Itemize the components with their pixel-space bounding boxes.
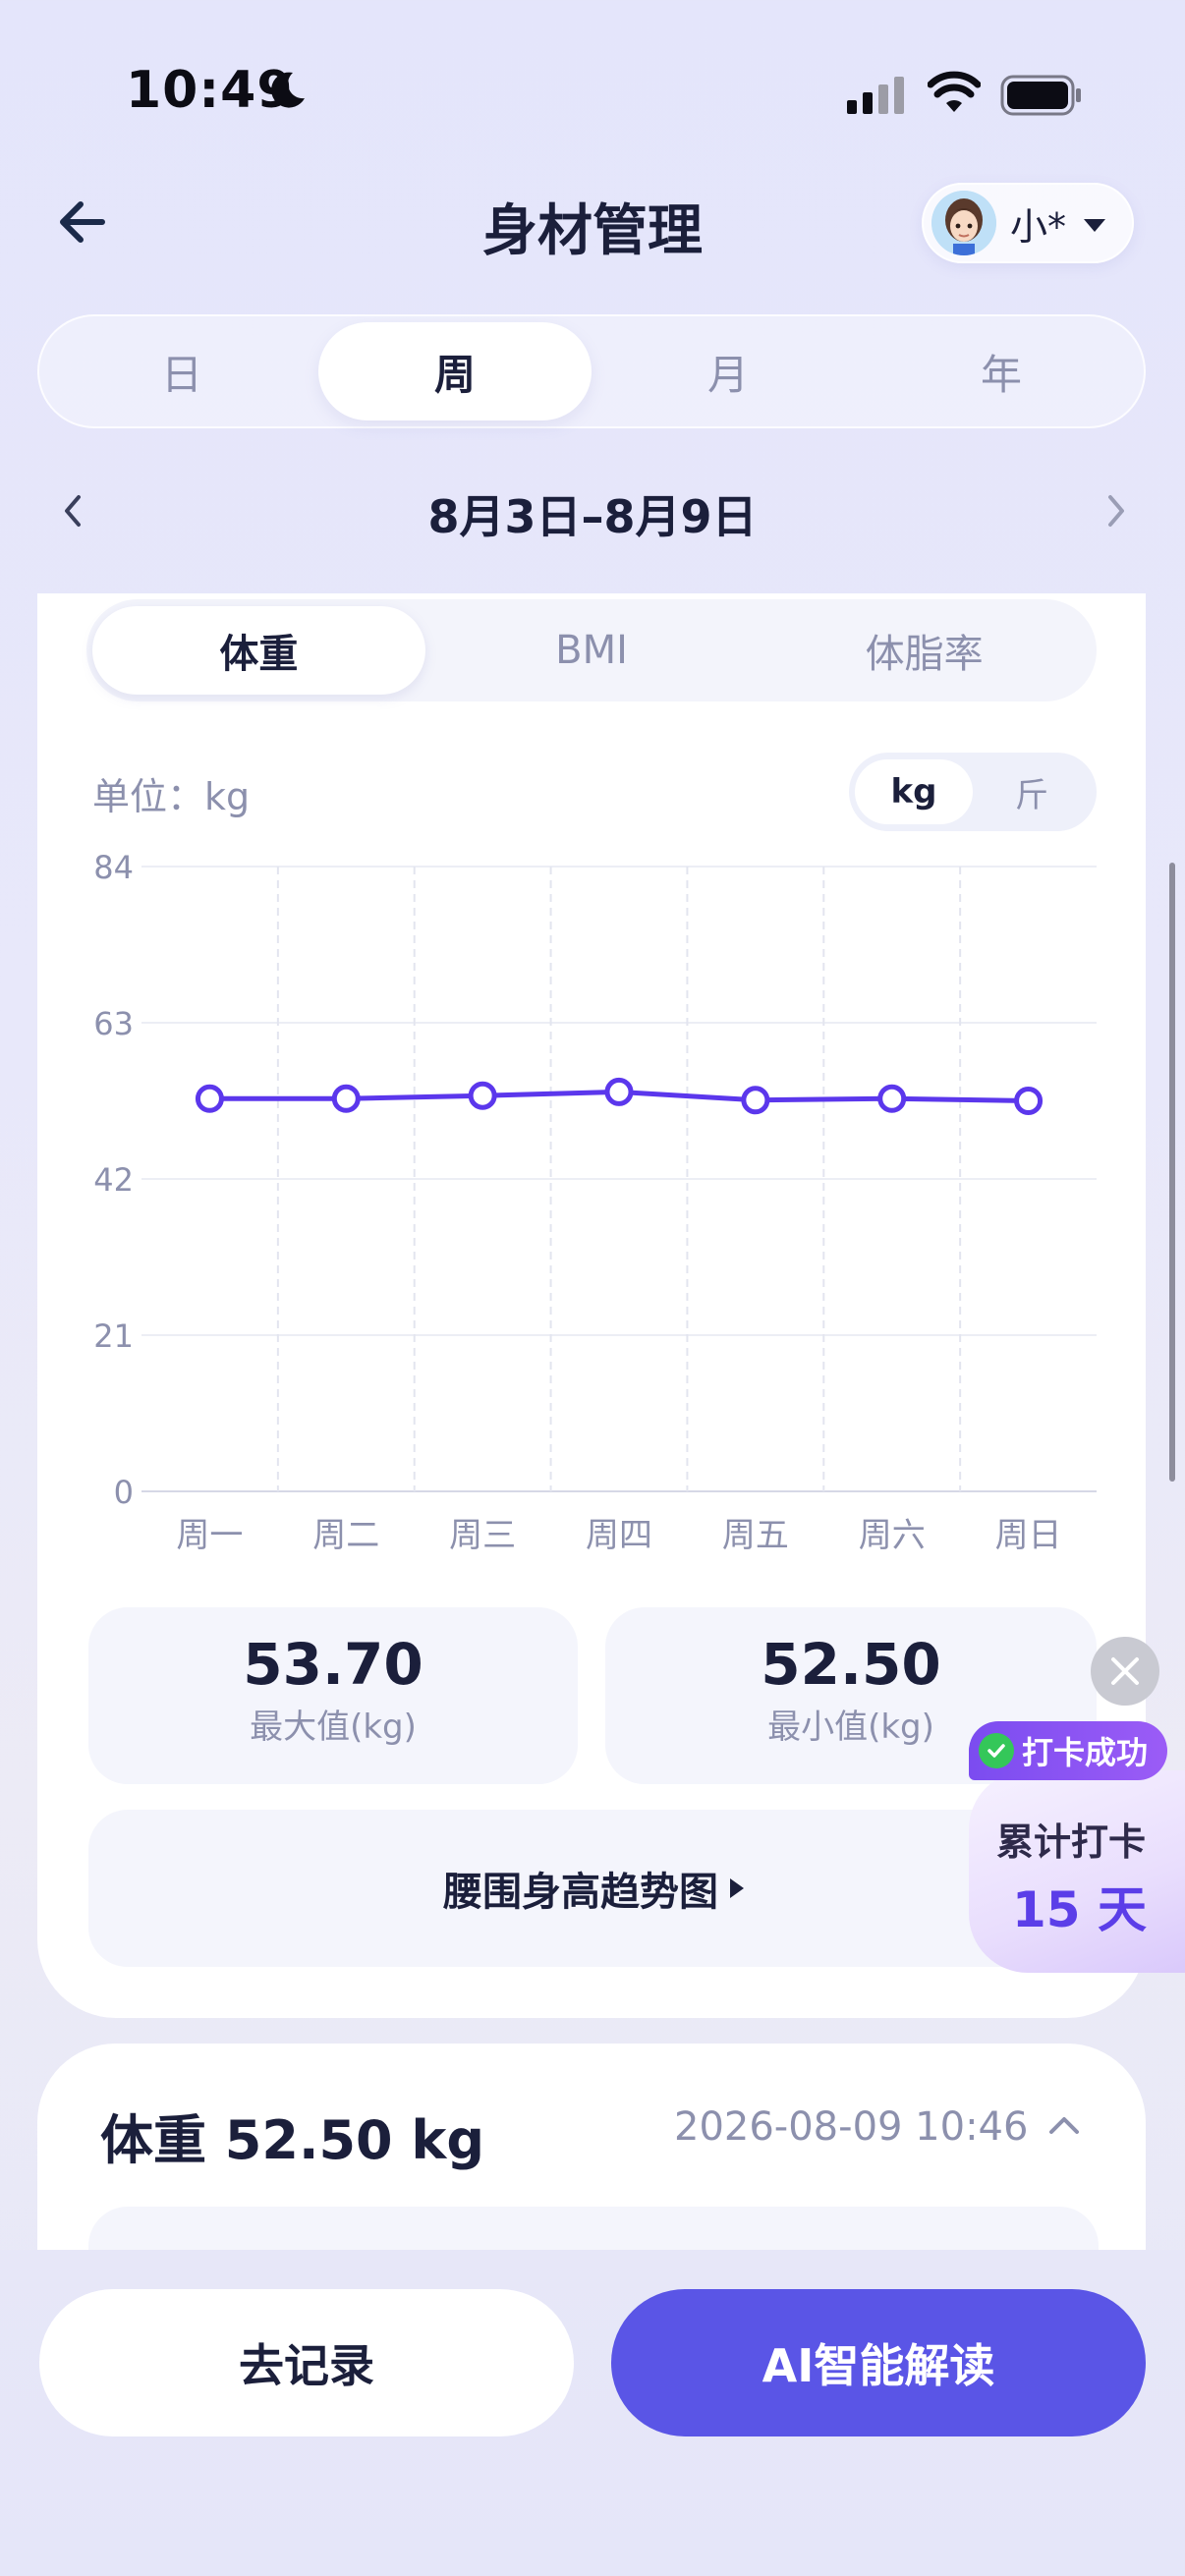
battery-icon — [1000, 75, 1081, 116]
close-badge-button[interactable] — [1091, 1637, 1159, 1706]
close-icon — [1111, 1657, 1139, 1685]
badge-pill-text: 打卡成功 — [1022, 1734, 1149, 1771]
data-point — [604, 1077, 634, 1106]
chevron-down-icon — [1084, 218, 1106, 232]
user-name: 小* — [1010, 204, 1067, 249]
ai-analysis-button[interactable]: AI智能解读 — [611, 2289, 1146, 2436]
x-tick-label: 周一 — [176, 1516, 243, 1555]
data-point — [741, 1086, 770, 1115]
metric-tabs: 体重 BMI 体脂率 — [86, 599, 1097, 701]
data-point — [468, 1081, 497, 1110]
data-point — [877, 1084, 907, 1113]
tab-day[interactable]: 日 — [45, 322, 318, 420]
trend-link-label: 腰围身高趋势图 — [443, 1870, 718, 1915]
badge-days: 15 天 — [1012, 1881, 1147, 1938]
x-tick-label: 周三 — [449, 1516, 516, 1555]
unit-toggle: kg 斤 — [849, 753, 1097, 831]
date-range: 8月3日–8月9日 — [427, 490, 758, 543]
y-tick-label: 42 — [93, 1161, 134, 1199]
y-tick-label: 84 — [93, 849, 134, 886]
tab-month[interactable]: 月 — [592, 322, 865, 420]
tab-weight[interactable]: 体重 — [92, 606, 425, 695]
waist-height-trend-link[interactable]: 腰围身高趋势图 — [88, 1810, 1099, 1967]
weight-line-chart: 84 63 42 21 0 周一 周二 周三 周四 周五 周六 周日 — [93, 849, 1097, 1555]
max-value: 53.70 — [243, 1631, 423, 1698]
x-tick-label: 周五 — [722, 1516, 789, 1555]
tab-body-fat[interactable]: 体脂率 — [758, 606, 1091, 695]
unit-kg-button[interactable]: kg — [855, 759, 973, 824]
unit-label: 单位：kg — [92, 775, 251, 818]
data-point — [195, 1084, 224, 1113]
max-label: 最大值(kg) — [250, 1708, 417, 1747]
x-tick-label: 周日 — [995, 1516, 1062, 1555]
unit-jin-button[interactable]: 斤 — [973, 759, 1091, 824]
tab-week[interactable]: 周 — [318, 322, 592, 420]
cellular-signal-icon — [847, 77, 904, 114]
badge-pill: 打卡成功 — [969, 1721, 1168, 1780]
period-tabs: 日 周 月 年 — [37, 314, 1146, 428]
check-circle-icon — [979, 1733, 1014, 1768]
chevron-up-icon[interactable] — [1047, 2114, 1081, 2136]
min-value: 52.50 — [761, 1631, 941, 1698]
data-point — [331, 1084, 361, 1113]
tab-bmi[interactable]: BMI — [425, 606, 759, 695]
badge-title: 累计打卡 — [996, 1820, 1147, 1864]
play-arrow-icon — [730, 1878, 744, 1898]
y-tick-label: 63 — [93, 1005, 134, 1042]
record-button[interactable]: 去记录 — [39, 2289, 574, 2436]
tab-year[interactable]: 年 — [865, 322, 1138, 420]
avatar — [931, 191, 996, 255]
record-timestamp: 2026-08-09 10:46 — [674, 2104, 1029, 2150]
chevron-right-icon[interactable] — [1100, 489, 1130, 532]
checkin-badge[interactable]: 打卡成功 累计打卡 15 天 — [969, 1721, 1185, 1973]
moon-icon — [271, 72, 305, 108]
x-tick-label: 周四 — [586, 1516, 652, 1555]
y-tick-label: 21 — [93, 1317, 134, 1355]
x-tick-label: 周二 — [312, 1516, 379, 1555]
y-tick-label: 0 — [114, 1474, 134, 1511]
x-tick-label: 周六 — [859, 1516, 926, 1555]
max-stat: 53.70 最大值(kg) — [88, 1607, 578, 1784]
user-switcher[interactable]: 小* — [922, 183, 1134, 263]
scrollbar[interactable] — [1169, 863, 1175, 1482]
wifi-icon — [928, 71, 981, 112]
data-point — [1014, 1087, 1044, 1115]
record-title: 体重 52.50 kg — [100, 2109, 484, 2171]
